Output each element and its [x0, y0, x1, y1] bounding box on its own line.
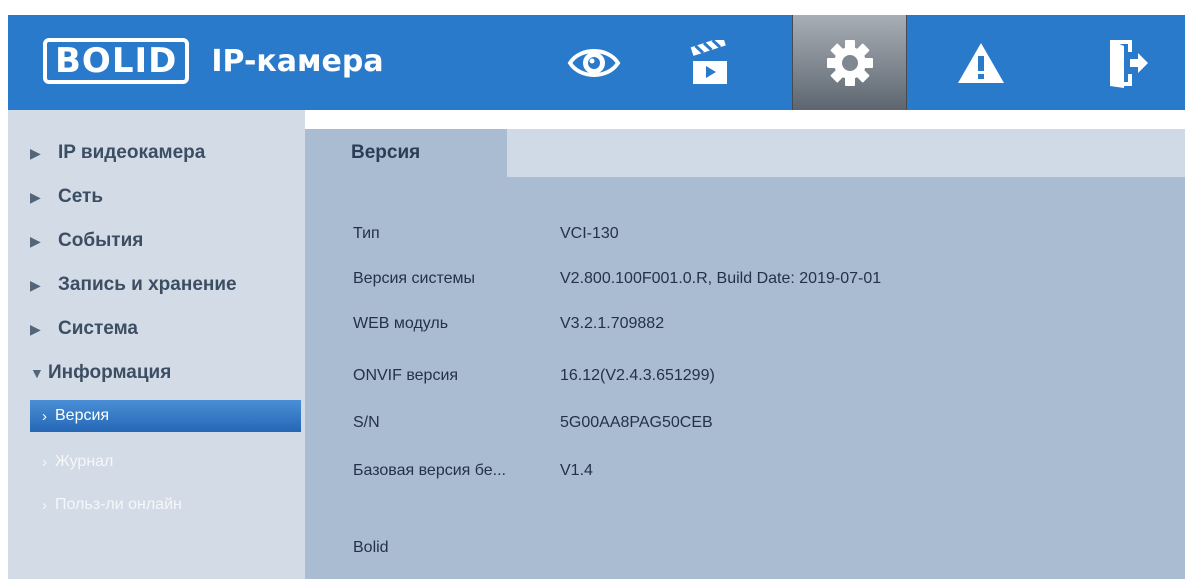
sidebar-item-label: Сеть: [58, 186, 104, 207]
nav-live-button[interactable]: [536, 15, 651, 110]
info-row-onvif: ONVIF версия 16.12(V2.4.3.651299): [353, 367, 715, 385]
tab-bar: Версия: [305, 129, 1185, 177]
warning-icon: [957, 42, 1004, 83]
footer-brand: Bolid: [353, 539, 389, 556]
top-header: BOLID IP-камера: [8, 15, 1185, 110]
info-row-system-version: Версия системы V2.800.100F001.0.R, Build…: [353, 270, 881, 288]
tab-version[interactable]: Версия: [305, 129, 507, 177]
info-label: S/N: [353, 414, 380, 431]
triangle-right-icon: ▶: [30, 188, 41, 205]
info-row-serial: S/N 5G00AA8PAG50CEB: [353, 414, 713, 432]
sidebar-item-events[interactable]: ▶ События: [30, 226, 143, 256]
info-label: Базовая версия бе...: [353, 462, 506, 479]
info-value: 16.12(V2.4.3.651299): [560, 367, 715, 384]
sidebar-item-label: События: [58, 230, 144, 251]
sidebar-item-ip-camera[interactable]: ▶ IP видеокамера: [30, 138, 205, 168]
sidebar: ▶ IP видеокамера ▶ Сеть ▶ События ▶ Запи…: [8, 110, 305, 579]
triangle-right-icon: ▶: [30, 144, 41, 161]
product-title: IP-камера: [211, 43, 384, 79]
info-value: V3.2.1.709882: [560, 315, 665, 332]
info-label: WEB модуль: [353, 315, 449, 332]
sidebar-item-storage[interactable]: ▶ Запись и хранение: [30, 270, 237, 300]
info-row-type: Тип VCI-130: [353, 225, 619, 243]
sidebar-item-system[interactable]: ▶ Система: [30, 314, 138, 344]
nav-playback-button[interactable]: [652, 15, 767, 110]
info-label: Тип: [353, 225, 380, 242]
sidebar-subitem-log[interactable]: › Журнал: [30, 446, 301, 478]
triangle-right-icon: ▶: [30, 276, 41, 293]
sidebar-item-label: Система: [58, 318, 138, 339]
sidebar-item-network[interactable]: ▶ Сеть: [30, 182, 103, 212]
sidebar-subitem-version[interactable]: › Версия: [30, 400, 301, 432]
clapperboard-icon: [690, 39, 727, 84]
exit-icon: [1109, 39, 1148, 88]
chevron-right-icon: ›: [42, 496, 47, 514]
triangle-right-icon: ▶: [30, 232, 41, 249]
sidebar-item-label: Запись и хранение: [58, 274, 237, 295]
eye-icon: [567, 48, 620, 77]
nav-logout-button[interactable]: [1070, 15, 1185, 110]
sidebar-item-label: IP видеокамера: [58, 142, 206, 163]
sidebar-subitem-label: Журнал: [55, 453, 114, 470]
chevron-right-icon: ›: [42, 453, 47, 471]
brand-logo: BOLID: [43, 38, 190, 84]
nav-alarm-button[interactable]: [923, 15, 1038, 110]
info-value: V1.4: [560, 462, 593, 479]
sidebar-item-information[interactable]: ▼ Информация: [30, 358, 171, 388]
triangle-down-icon: ▼: [30, 365, 44, 381]
info-label: Версия системы: [353, 270, 475, 287]
gear-icon: [826, 39, 873, 86]
info-row-web-module: WEB модуль V3.2.1.709882: [353, 315, 664, 333]
info-row-security-baseline: Базовая версия бе... V1.4: [353, 462, 593, 480]
info-value: VCI-130: [560, 225, 619, 242]
sidebar-subitem-label: Польз-ли онлайн: [55, 496, 182, 513]
info-label: ONVIF версия: [353, 367, 459, 384]
triangle-right-icon: ▶: [30, 320, 41, 337]
sidebar-subitem-online-users[interactable]: › Польз-ли онлайн: [30, 489, 301, 521]
logo: BOLID IP-камера: [43, 35, 384, 87]
chevron-right-icon: ›: [42, 407, 47, 425]
sidebar-item-label: Информация: [48, 362, 172, 383]
content-panel: Версия Тип VCI-130 Версия системы V2.800…: [305, 129, 1185, 579]
nav-settings-button[interactable]: [792, 15, 907, 110]
info-value: V2.800.100F001.0.R, Build Date: 2019-07-…: [560, 270, 882, 287]
info-value: 5G00AA8PAG50CEB: [560, 414, 713, 431]
sidebar-subitem-label: Версия: [55, 407, 110, 424]
